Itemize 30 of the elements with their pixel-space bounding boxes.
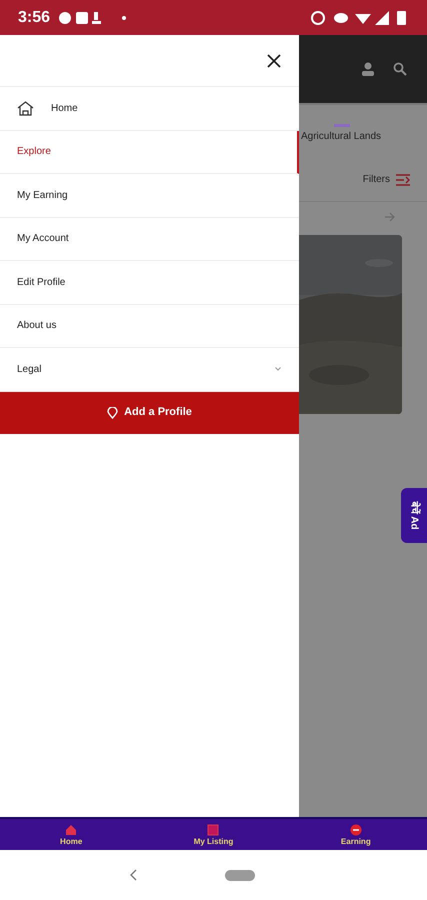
square-icon <box>207 824 220 836</box>
battery-icon <box>397 10 406 24</box>
chevron-down-icon[interactable] <box>275 367 281 372</box>
category-tab[interactable]: Agricultural Lands <box>301 129 382 144</box>
house-icon <box>17 100 34 116</box>
stamp-icon <box>92 12 102 24</box>
bottom-nav-item[interactable]: Earning <box>284 819 427 850</box>
bottom-nav-item[interactable]: Home <box>0 819 142 850</box>
sell-ad-tab[interactable]: बेचें Ad <box>401 488 427 543</box>
square-icon <box>76 12 88 24</box>
bottom-nav-item[interactable]: My Listing <box>142 819 285 850</box>
home-handle[interactable] <box>224 870 254 880</box>
house-icon <box>65 824 78 836</box>
search-icon[interactable] <box>393 62 407 76</box>
circle-icon <box>350 824 362 836</box>
location-pin-icon <box>107 406 118 418</box>
circle-icon <box>59 12 72 24</box>
person-icon[interactable] <box>361 62 375 76</box>
signal-icon <box>375 10 389 24</box>
dot-icon <box>122 16 126 20</box>
vibrate-icon <box>334 12 348 22</box>
wifi-icon <box>355 14 371 24</box>
filters-label[interactable]: Filters <box>362 172 390 187</box>
category-indicator <box>334 124 350 127</box>
add-profile-button[interactable]: Add a Profile <box>0 392 299 434</box>
filter-icon[interactable] <box>396 174 410 186</box>
back-icon[interactable] <box>128 869 136 881</box>
close-icon[interactable] <box>267 54 281 68</box>
clock: 3:56 <box>18 8 50 28</box>
alarm-icon <box>311 10 325 24</box>
